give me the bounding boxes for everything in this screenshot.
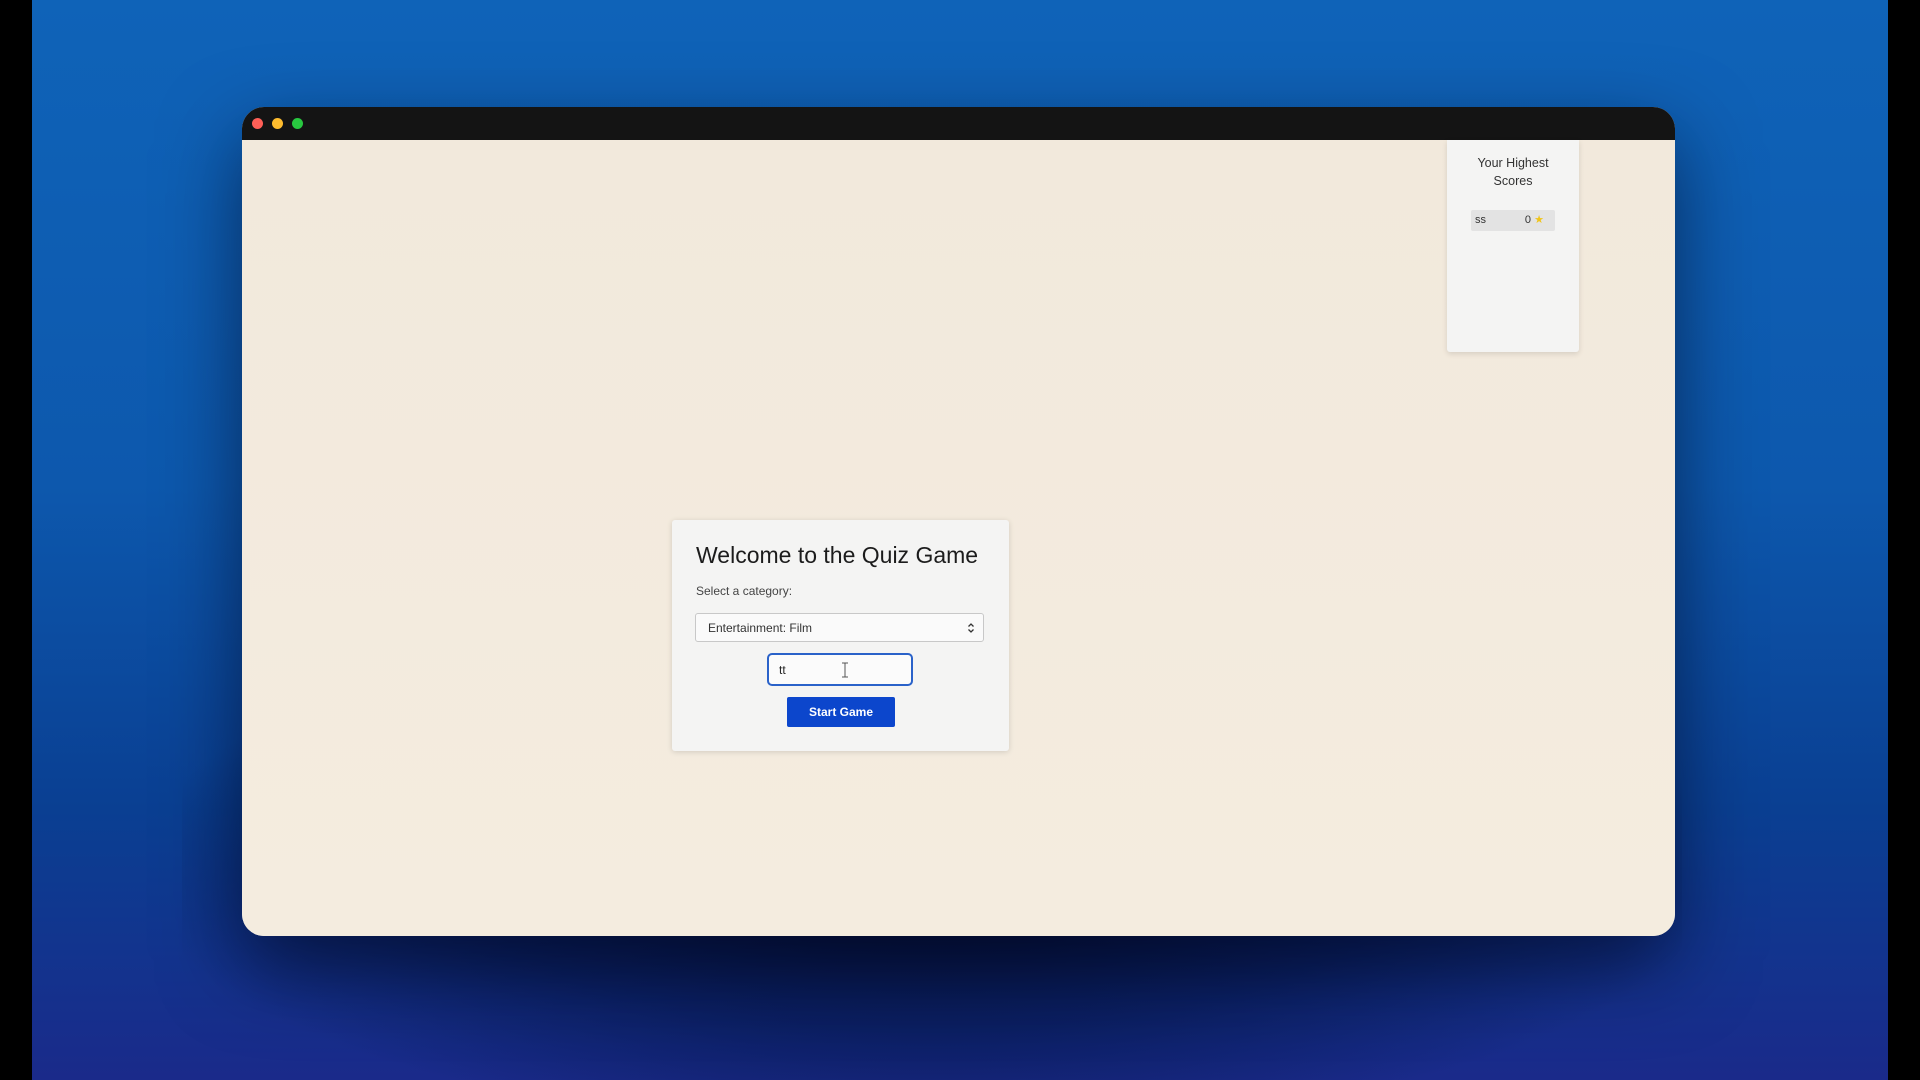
highest-scores-panel: Your Highest Scores ss 0 ★ [1447,140,1579,352]
page-title: Welcome to the Quiz Game [696,542,979,568]
close-window-button[interactable] [252,118,263,129]
category-select[interactable]: Entertainment: Film [695,613,984,642]
player-name-input[interactable] [767,653,913,686]
page-content: Your Highest Scores ss 0 ★ Welcome to th… [242,140,1675,936]
chevron-updown-icon [968,623,974,633]
score-entry: ss 0 ★ [1471,210,1555,231]
score-player-name: ss [1475,214,1486,226]
window-titlebar [242,107,1675,140]
category-label: Select a category: [696,584,793,598]
desktop-background: Your Highest Scores ss 0 ★ Welcome to th… [32,0,1888,1080]
minimize-window-button[interactable] [272,118,283,129]
quiz-start-card: Welcome to the Quiz Game Select a catego… [672,520,1009,751]
maximize-window-button[interactable] [292,118,303,129]
highest-scores-title: Your Highest Scores [1477,156,1549,188]
star-icon: ★ [1534,214,1544,226]
score-value: 0 [1524,214,1531,226]
category-selected-value: Entertainment: Film [708,621,813,635]
start-game-button[interactable]: Start Game [787,697,895,727]
browser-window: Your Highest Scores ss 0 ★ Welcome to th… [242,107,1675,936]
